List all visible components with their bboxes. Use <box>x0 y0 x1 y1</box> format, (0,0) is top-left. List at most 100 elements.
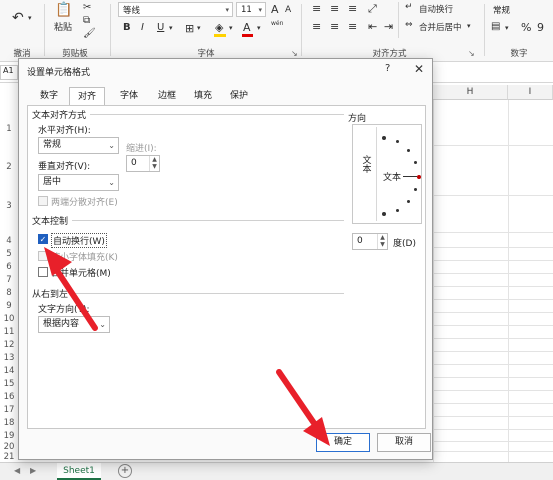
number-format-combo[interactable]: 常规 <box>489 2 553 17</box>
shrink-to-fit-checkbox[interactable] <box>38 251 48 261</box>
format-painter-icon[interactable]: 🖌 <box>83 28 96 39</box>
orientation-marker[interactable] <box>382 136 386 140</box>
format-cells-dialog: 设置单元格格式 ? ✕ 数字 对齐 字体 边框 填充 保护 文本对齐方式 水平对… <box>18 58 433 460</box>
row-header[interactable]: 5 <box>0 249 18 259</box>
increase-indent-icon[interactable]: ⇥ <box>384 20 393 33</box>
phonetic-guide-button[interactable]: wén <box>271 20 283 27</box>
column-header-h[interactable]: H <box>433 85 508 100</box>
close-icon[interactable]: ✕ <box>414 62 424 76</box>
merge-cells-checkbox[interactable] <box>38 267 48 277</box>
tab-number[interactable]: 数字 <box>31 87 67 106</box>
row-header[interactable]: 10 <box>0 314 18 324</box>
row-header[interactable]: 17 <box>0 405 18 415</box>
decrease-indent-icon[interactable]: ⇤ <box>368 20 377 33</box>
cut-icon[interactable]: ✂ <box>83 2 91 13</box>
tab-fill[interactable]: 填充 <box>185 87 221 106</box>
undo-icon[interactable]: ↶ <box>12 10 24 26</box>
column-header-i[interactable]: I <box>508 85 553 100</box>
increase-font-size-button[interactable]: A <box>271 3 279 16</box>
chevron-down-icon[interactable]: ▾ <box>197 24 201 32</box>
orientation-marker[interactable] <box>382 212 386 216</box>
align-right-icon[interactable]: ≡ <box>348 20 357 33</box>
orientation-marker-active[interactable] <box>417 175 421 179</box>
row-header[interactable]: 21 <box>0 452 18 462</box>
sheet-tab-sheet1[interactable]: Sheet1 <box>57 463 101 480</box>
orientation-icon[interactable]: ⤢ <box>368 2 377 16</box>
font-size-combo[interactable]: 11 ▾ <box>236 2 266 17</box>
orientation-control[interactable]: 文本 文本 <box>352 124 422 224</box>
row-header[interactable]: 19 <box>0 431 18 441</box>
fill-color-icon[interactable]: ◈ <box>215 21 223 34</box>
spinner-arrows-icon[interactable]: ▲ ▼ <box>377 234 387 249</box>
bold-button[interactable]: B <box>123 22 131 33</box>
font-name-combo[interactable]: 等线 ▾ <box>118 2 233 17</box>
spinner-arrows-icon[interactable]: ▲ ▼ <box>149 156 159 171</box>
row-header[interactable]: 13 <box>0 353 18 363</box>
row-header[interactable]: 20 <box>0 442 18 452</box>
text-direction-select[interactable]: 根据内容 ⌄ <box>38 316 110 333</box>
dialog-launcher-icon[interactable]: ↘ <box>468 49 475 58</box>
text-control-section-label: 文本控制 <box>32 214 73 227</box>
row-header[interactable]: 16 <box>0 392 18 402</box>
align-center-icon[interactable]: ≡ <box>330 20 339 33</box>
percent-button[interactable]: % <box>521 21 531 34</box>
justify-distributed-checkbox[interactable] <box>38 196 48 206</box>
help-button[interactable]: ? <box>385 63 390 74</box>
vertical-alignment-select[interactable]: 居中 ⌄ <box>38 174 119 191</box>
italic-button[interactable]: I <box>141 22 144 33</box>
row-header[interactable]: 15 <box>0 379 18 389</box>
row-header[interactable]: 6 <box>0 262 18 272</box>
font-color-button[interactable]: A <box>243 21 251 34</box>
wrap-text-button[interactable]: 自动换行 <box>419 3 453 15</box>
wrap-text-checkbox[interactable]: ✓ <box>38 234 48 244</box>
row-header[interactable]: 2 <box>0 162 18 172</box>
chevron-down-icon[interactable]: ▾ <box>505 24 509 32</box>
undo-dropdown-icon[interactable]: ▾ <box>28 14 32 22</box>
wrap-text-icon[interactable]: ↵ <box>405 2 413 12</box>
chevron-down-icon[interactable]: ▾ <box>467 22 471 30</box>
row-header[interactable]: 3 <box>0 201 18 211</box>
next-sheet-icon[interactable]: ▶ <box>30 466 36 475</box>
horizontal-alignment-select[interactable]: 常规 ⌄ <box>38 137 119 154</box>
underline-button[interactable]: U <box>157 22 164 33</box>
previous-sheet-icon[interactable]: ◀ <box>14 466 20 475</box>
name-box[interactable]: A1 <box>0 65 18 80</box>
degrees-spinner[interactable]: 0 ▲ ▼ <box>352 233 388 250</box>
tab-alignment[interactable]: 对齐 <box>69 87 105 106</box>
currency-icon[interactable]: ▤ <box>491 21 500 32</box>
wrap-text-label[interactable]: 自动换行(W) <box>51 233 107 248</box>
ok-button[interactable]: 确定 <box>316 433 370 452</box>
row-header[interactable]: 12 <box>0 340 18 350</box>
paste-icon[interactable]: 📋 <box>55 2 72 18</box>
indent-spinner[interactable]: 0 ▲ ▼ <box>126 155 160 172</box>
tab-border[interactable]: 边框 <box>149 87 185 106</box>
add-sheet-icon[interactable]: + <box>118 464 132 478</box>
row-header[interactable]: 9 <box>0 301 18 311</box>
row-header[interactable]: 8 <box>0 288 18 298</box>
vertical-text-toggle[interactable]: 文本 <box>355 127 377 221</box>
cancel-button[interactable]: 取消 <box>377 433 431 452</box>
row-header[interactable]: 7 <box>0 275 18 285</box>
chevron-down-icon[interactable]: ▾ <box>229 24 233 32</box>
merge-center-icon[interactable]: ⇔ <box>405 20 413 30</box>
row-header[interactable]: 18 <box>0 418 18 428</box>
tab-font[interactable]: 字体 <box>111 87 147 106</box>
row-header[interactable]: 1 <box>0 124 18 134</box>
row-header[interactable]: 11 <box>0 327 18 337</box>
align-bottom-icon[interactable]: ≡ <box>348 2 357 15</box>
align-top-icon[interactable]: ≡ <box>312 2 321 15</box>
dialog-launcher-icon[interactable]: ↘ <box>291 49 298 58</box>
chevron-down-icon[interactable]: ▾ <box>257 24 261 32</box>
row-header[interactable]: 4 <box>0 236 18 246</box>
align-middle-icon[interactable]: ≡ <box>330 2 339 15</box>
borders-icon[interactable]: ⊞ <box>185 22 194 35</box>
decrease-font-size-button[interactable]: A <box>285 5 291 15</box>
merge-center-button[interactable]: 合并后居中 <box>419 21 462 33</box>
align-left-icon[interactable]: ≡ <box>312 20 321 33</box>
row-header[interactable]: 14 <box>0 366 18 376</box>
copy-icon[interactable]: ⧉ <box>83 15 90 26</box>
chevron-down-icon[interactable]: ▾ <box>169 24 173 32</box>
comma-style-button[interactable]: 9 <box>537 21 544 34</box>
paste-button[interactable]: 粘贴 <box>54 20 72 33</box>
tab-protection[interactable]: 保护 <box>221 87 257 106</box>
